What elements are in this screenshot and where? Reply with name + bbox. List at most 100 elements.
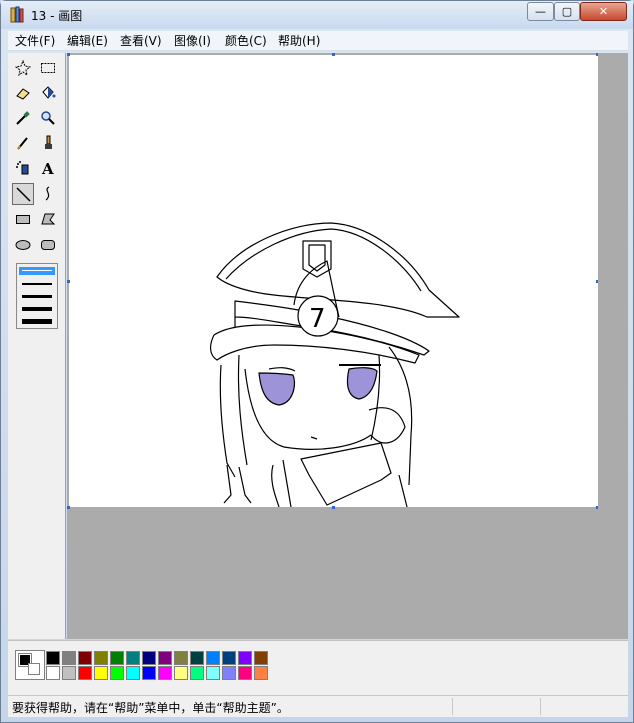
background-color[interactable] — [28, 663, 40, 675]
text-icon: A — [41, 160, 54, 176]
svg-text:A: A — [41, 160, 54, 176]
palette-color-swatch[interactable] — [126, 666, 140, 680]
pencil-tool[interactable] — [12, 132, 34, 154]
palette-color-swatch[interactable] — [110, 666, 124, 680]
line-width-options — [16, 263, 58, 329]
rectangle-icon — [16, 215, 30, 224]
brush-icon — [45, 135, 52, 149]
palette-color-swatch[interactable] — [46, 651, 60, 665]
eraser-tool[interactable] — [12, 82, 34, 104]
status-bar: 要获得帮助，请在“帮助”菜单中，单击“帮助主题”。 — [8, 695, 628, 717]
palette-color-swatch[interactable] — [254, 651, 268, 665]
palette-color-swatch[interactable] — [46, 666, 60, 680]
resize-handle-top-left — [67, 53, 70, 56]
palette-color-swatch[interactable] — [238, 651, 252, 665]
paint-window: 13 - 画图 — ▢ ✕ 文件(F) 编辑(E) 查看(V) 图像(I) 颜色… — [0, 0, 634, 723]
magnifier-icon — [41, 111, 55, 125]
workspace-margin — [598, 53, 628, 639]
toolbox: A — [8, 53, 66, 639]
line-width-5[interactable] — [22, 319, 52, 324]
curve-tool[interactable] — [37, 183, 59, 205]
canvas-workspace: 7 — [67, 53, 628, 639]
resize-handle-bottom-left — [67, 506, 70, 509]
selected-line-width[interactable] — [19, 267, 55, 275]
drawing-canvas[interactable]: 7 — [69, 55, 598, 508]
palette-color-swatch[interactable] — [174, 666, 188, 680]
palette-color-swatch[interactable] — [174, 651, 188, 665]
line-tool[interactable] — [12, 183, 34, 205]
polygon-tool[interactable] — [37, 208, 59, 230]
character-drawing: 7 — [210, 222, 460, 508]
ellipse-tool[interactable] — [12, 233, 34, 255]
airbrush-icon — [16, 161, 29, 175]
current-colors — [15, 650, 45, 680]
rounded-rectangle-icon — [41, 240, 55, 250]
palette-color-swatch[interactable] — [238, 666, 252, 680]
menu-bar: 文件(F) 编辑(E) 查看(V) 图像(I) 颜色(C) 帮助(H) — [8, 31, 628, 51]
minimize-icon: — — [535, 5, 546, 18]
curve-icon — [45, 186, 50, 201]
palette-color-swatch[interactable] — [62, 651, 76, 665]
palette-color-swatch[interactable] — [78, 666, 92, 680]
palette-color-swatch[interactable] — [190, 651, 204, 665]
palette-color-swatch[interactable] — [222, 666, 236, 680]
status-text: 要获得帮助，请在“帮助”菜单中，单击“帮助主题”。 — [12, 701, 289, 715]
palette-color-swatch[interactable] — [110, 651, 124, 665]
close-button[interactable]: ✕ — [580, 2, 627, 21]
palette-color-swatch[interactable] — [222, 651, 236, 665]
magnifier-tool[interactable] — [37, 107, 59, 129]
status-cell-position — [452, 698, 453, 715]
left-eye — [258, 372, 296, 406]
fill-tool[interactable] — [37, 82, 59, 104]
resize-handle-top — [332, 53, 335, 56]
palette-color-swatch[interactable] — [158, 651, 172, 665]
airbrush-tool[interactable] — [12, 157, 34, 179]
palette-color-swatch[interactable] — [94, 666, 108, 680]
menu-edit[interactable]: 编辑(E) — [67, 33, 108, 49]
select-tool[interactable] — [37, 57, 59, 79]
resize-handle-left — [67, 280, 70, 283]
line-width-4[interactable] — [22, 307, 52, 311]
paint-bucket-icon — [42, 86, 56, 99]
maximize-button[interactable]: ▢ — [554, 2, 580, 21]
palette-color-swatch[interactable] — [158, 666, 172, 680]
rounded-rectangle-tool[interactable] — [37, 233, 59, 255]
palette-color-swatch[interactable] — [78, 651, 92, 665]
palette-color-swatch[interactable] — [142, 666, 156, 680]
menu-colors[interactable]: 颜色(C) — [225, 33, 267, 49]
menu-file[interactable]: 文件(F) — [15, 33, 55, 49]
line-width-2[interactable] — [22, 283, 52, 285]
free-form-select-icon — [15, 60, 31, 76]
palette-color-swatch[interactable] — [206, 651, 220, 665]
line-width-1[interactable] — [22, 270, 52, 271]
eyedropper-icon — [16, 111, 30, 125]
palette-color-swatch[interactable] — [94, 651, 108, 665]
palette-color-swatch[interactable] — [190, 666, 204, 680]
menu-view[interactable]: 查看(V) — [120, 33, 162, 49]
minimize-button[interactable]: — — [527, 2, 554, 21]
pencil-icon — [17, 137, 28, 150]
palette-color-swatch[interactable] — [62, 666, 76, 680]
maximize-icon: ▢ — [561, 5, 573, 18]
palette-color-swatch[interactable] — [254, 666, 268, 680]
rectangle-tool[interactable] — [12, 208, 34, 230]
rectangle-select-icon — [41, 63, 55, 73]
palette-color-swatch[interactable] — [142, 651, 156, 665]
palette-color-swatch[interactable] — [206, 666, 220, 680]
resize-handle-bottom[interactable] — [332, 506, 335, 509]
text-tool[interactable]: A — [37, 157, 59, 179]
close-icon: ✕ — [598, 5, 609, 18]
eraser-icon — [16, 88, 30, 100]
title-bar[interactable]: 13 - 画图 — ▢ ✕ — [1, 1, 633, 29]
line-icon — [16, 187, 31, 202]
brush-tool[interactable] — [37, 132, 59, 154]
pick-color-tool[interactable] — [12, 107, 34, 129]
ellipse-icon — [15, 240, 31, 250]
window-title: 13 - 画图 — [31, 9, 83, 23]
menu-help[interactable]: 帮助(H) — [278, 33, 320, 49]
polygon-icon — [41, 213, 56, 225]
menu-image[interactable]: 图像(I) — [174, 33, 211, 49]
palette-color-swatch[interactable] — [126, 651, 140, 665]
line-width-3[interactable] — [22, 295, 52, 298]
free-form-select-tool[interactable] — [12, 57, 34, 79]
